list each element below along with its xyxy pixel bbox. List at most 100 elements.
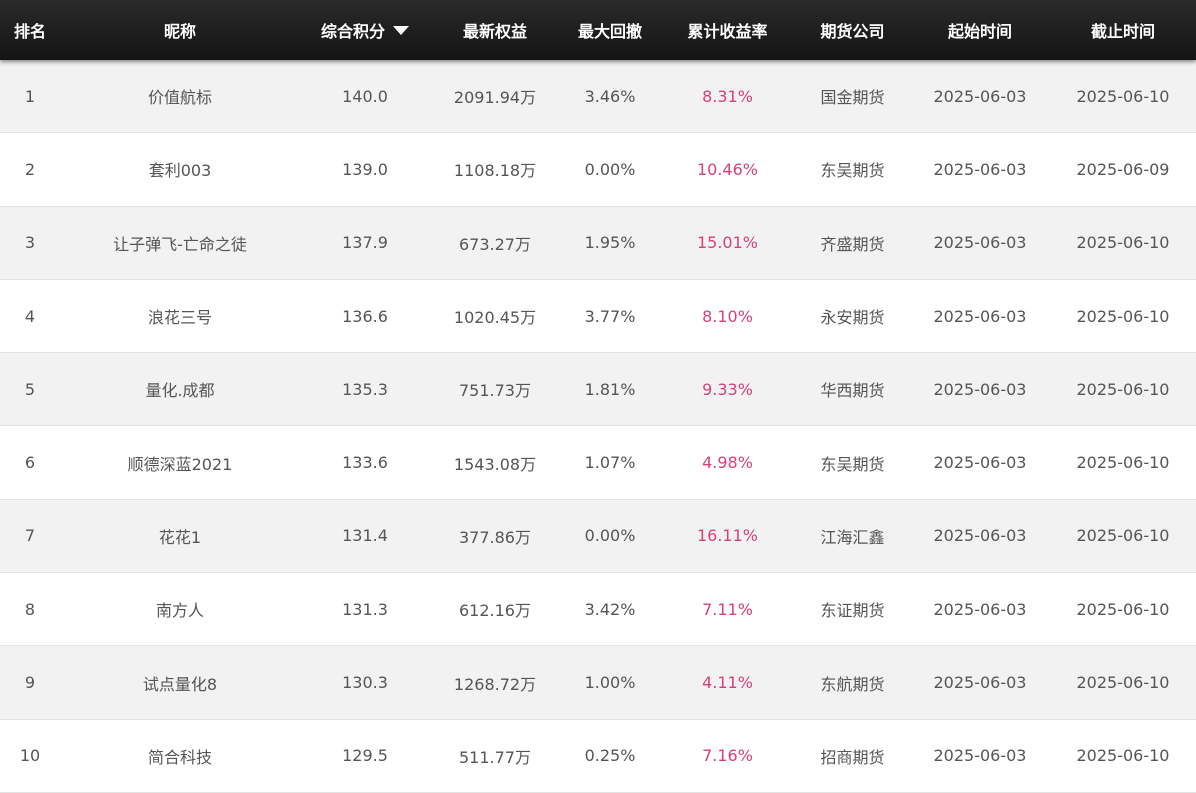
futures-company-cell: 齐盛期货 bbox=[820, 234, 885, 254]
rank-cell: 6 bbox=[24, 453, 36, 473]
end-date-cell: 2025-06-10 bbox=[1076, 379, 1170, 399]
rank-cell: 8 bbox=[24, 599, 36, 619]
sort-down-icon[interactable] bbox=[393, 26, 409, 35]
ranking-table: 排名 昵称 综合积分 最新权益 最大回撤 累计收益率 期货公司 起始时间 截止时… bbox=[0, 0, 1196, 793]
score-cell: 139.0 bbox=[342, 159, 388, 179]
equity-cell: 751.73万 bbox=[459, 381, 531, 401]
nickname-cell: 南方人 bbox=[155, 601, 204, 621]
table-row[interactable]: 6 顺德深蓝2021 133.6 1543.08万 1.07% 4.98% 东吴期货 2025… bbox=[0, 426, 1196, 500]
cumulative-return-cell: 7.16% bbox=[702, 746, 753, 766]
start-date-cell: 2025-06-03 bbox=[933, 453, 1027, 473]
header-end-date[interactable]: 截止时间 bbox=[1050, 18, 1196, 42]
max-drawdown-cell: 0.25% bbox=[584, 746, 636, 766]
rank-cell: 3 bbox=[24, 233, 36, 253]
rank-cell: 4 bbox=[24, 306, 36, 326]
rank-cell: 1 bbox=[24, 86, 36, 106]
table-row[interactable]: 3 让子弹飞-亡命之徒 137.9 673.27万 1.95% 15.01% 齐盛期货 202… bbox=[0, 206, 1196, 280]
rank-cell: 10 bbox=[19, 746, 41, 766]
header-rank[interactable]: 排名 bbox=[0, 18, 60, 42]
max-drawdown-cell: 1.00% bbox=[584, 673, 636, 693]
start-date-cell: 2025-06-03 bbox=[933, 233, 1027, 253]
rank-cell: 7 bbox=[24, 526, 36, 546]
score-cell: 135.3 bbox=[342, 379, 388, 399]
table-row[interactable]: 5 量化.成都 135.3 751.73万 1.81% 9.33% 华西期货 2025-06-… bbox=[0, 353, 1196, 427]
end-date-cell: 2025-06-10 bbox=[1076, 453, 1170, 473]
rank-cell: 5 bbox=[24, 379, 36, 399]
futures-company-cell: 东证期货 bbox=[820, 601, 885, 621]
end-date-cell: 2025-06-10 bbox=[1076, 86, 1170, 106]
equity-cell: 1108.18万 bbox=[453, 161, 537, 181]
rank-cell: 9 bbox=[24, 673, 36, 693]
cumulative-return-cell: 4.98% bbox=[702, 453, 753, 473]
nickname-cell: 试点量化8 bbox=[142, 674, 218, 694]
table-row[interactable]: 8 南方人 131.3 612.16万 3.42% 7.11% 东证期货 2025-06-03… bbox=[0, 573, 1196, 647]
table-body: 1 价值航标 140.0 2091.94万 3.46% 8.31% 国金期货 2025-06-… bbox=[0, 60, 1196, 793]
start-date-cell: 2025-06-03 bbox=[933, 599, 1027, 619]
table-row[interactable]: 4 浪花三号 136.6 1020.45万 3.77% 8.10% 永安期货 2025-06-… bbox=[0, 279, 1196, 354]
nickname-cell: 量化.成都 bbox=[145, 381, 215, 401]
equity-cell: 612.16万 bbox=[459, 601, 531, 621]
score-cell: 133.6 bbox=[342, 453, 388, 473]
header-equity[interactable]: 最新权益 bbox=[430, 18, 560, 42]
end-date-cell: 2025-06-10 bbox=[1076, 673, 1170, 693]
cumulative-return-cell: 8.10% bbox=[702, 306, 753, 326]
equity-cell: 1543.08万 bbox=[453, 454, 537, 474]
equity-cell: 511.77万 bbox=[459, 747, 531, 767]
cumulative-return-cell: 15.01% bbox=[696, 233, 758, 253]
table-header: 排名 昵称 综合积分 最新权益 最大回撤 累计收益率 期货公司 起始时间 截止时… bbox=[0, 0, 1196, 60]
table-row[interactable]: 1 价值航标 140.0 2091.94万 3.46% 8.31% 国金期货 2025-06-… bbox=[0, 60, 1196, 134]
end-date-cell: 2025-06-10 bbox=[1076, 306, 1170, 326]
equity-cell: 673.27万 bbox=[459, 234, 531, 254]
header-score-label: 综合积分 bbox=[320, 22, 385, 41]
score-cell: 130.3 bbox=[342, 673, 388, 693]
start-date-cell: 2025-06-03 bbox=[933, 526, 1027, 546]
equity-cell: 2091.94万 bbox=[453, 88, 537, 108]
nickname-cell: 让子弹飞-亡命之徒 bbox=[113, 234, 247, 254]
header-nickname[interactable]: 昵称 bbox=[60, 18, 300, 42]
cumulative-return-cell: 16.11% bbox=[696, 526, 758, 546]
header-score-sort-button[interactable]: 综合积分 bbox=[300, 18, 430, 42]
cumulative-return-cell: 7.11% bbox=[702, 599, 753, 619]
table-row[interactable]: 9 试点量化8 130.3 1268.72万 1.00% 4.11% 东航期货 2025-06… bbox=[0, 646, 1196, 720]
score-cell: 140.0 bbox=[342, 86, 388, 106]
nickname-cell: 简合科技 bbox=[147, 747, 212, 767]
equity-cell: 1268.72万 bbox=[453, 674, 537, 694]
cumulative-return-cell: 4.11% bbox=[702, 673, 753, 693]
table-row[interactable]: 10 简合科技 129.5 511.77万 0.25% 7.16% 招商期货 2025-06-… bbox=[0, 719, 1196, 793]
score-cell: 131.4 bbox=[342, 526, 388, 546]
end-date-cell: 2025-06-09 bbox=[1076, 159, 1170, 179]
table-row[interactable]: 2 套利003 139.0 1108.18万 0.00% 10.46% 东吴期货 2025-0… bbox=[0, 133, 1196, 207]
futures-company-cell: 东吴期货 bbox=[820, 454, 885, 474]
max-drawdown-cell: 1.81% bbox=[584, 379, 636, 399]
header-cumulative-return[interactable]: 累计收益率 bbox=[660, 18, 795, 42]
table-row[interactable]: 7 花花1 131.4 377.86万 0.00% 16.11% 江海汇鑫 2025-06-0… bbox=[0, 499, 1196, 574]
header-max-drawdown[interactable]: 最大回撤 bbox=[560, 18, 660, 42]
start-date-cell: 2025-06-03 bbox=[933, 746, 1027, 766]
score-cell: 129.5 bbox=[342, 746, 388, 766]
start-date-cell: 2025-06-03 bbox=[933, 86, 1027, 106]
cumulative-return-cell: 10.46% bbox=[696, 159, 758, 179]
futures-company-cell: 江海汇鑫 bbox=[820, 527, 885, 547]
start-date-cell: 2025-06-03 bbox=[933, 159, 1027, 179]
max-drawdown-cell: 1.95% bbox=[584, 233, 636, 253]
max-drawdown-cell: 3.46% bbox=[584, 86, 636, 106]
max-drawdown-cell: 0.00% bbox=[584, 159, 636, 179]
max-drawdown-cell: 3.77% bbox=[584, 306, 636, 326]
header-start-date[interactable]: 起始时间 bbox=[910, 18, 1050, 42]
futures-company-cell: 永安期货 bbox=[820, 308, 885, 328]
futures-company-cell: 东航期货 bbox=[820, 674, 885, 694]
futures-company-cell: 招商期货 bbox=[820, 747, 885, 767]
header-futures-company[interactable]: 期货公司 bbox=[795, 18, 910, 42]
nickname-cell: 顺德深蓝2021 bbox=[127, 454, 233, 474]
cumulative-return-cell: 9.33% bbox=[702, 379, 753, 399]
nickname-cell: 价值航标 bbox=[147, 88, 212, 108]
equity-cell: 1020.45万 bbox=[453, 308, 537, 328]
futures-company-cell: 东吴期货 bbox=[820, 161, 885, 181]
score-cell: 131.3 bbox=[342, 599, 388, 619]
max-drawdown-cell: 1.07% bbox=[584, 453, 636, 473]
futures-company-cell: 国金期货 bbox=[820, 88, 885, 108]
max-drawdown-cell: 3.42% bbox=[584, 599, 636, 619]
start-date-cell: 2025-06-03 bbox=[933, 673, 1027, 693]
nickname-cell: 花花1 bbox=[158, 527, 202, 547]
end-date-cell: 2025-06-10 bbox=[1076, 526, 1170, 546]
